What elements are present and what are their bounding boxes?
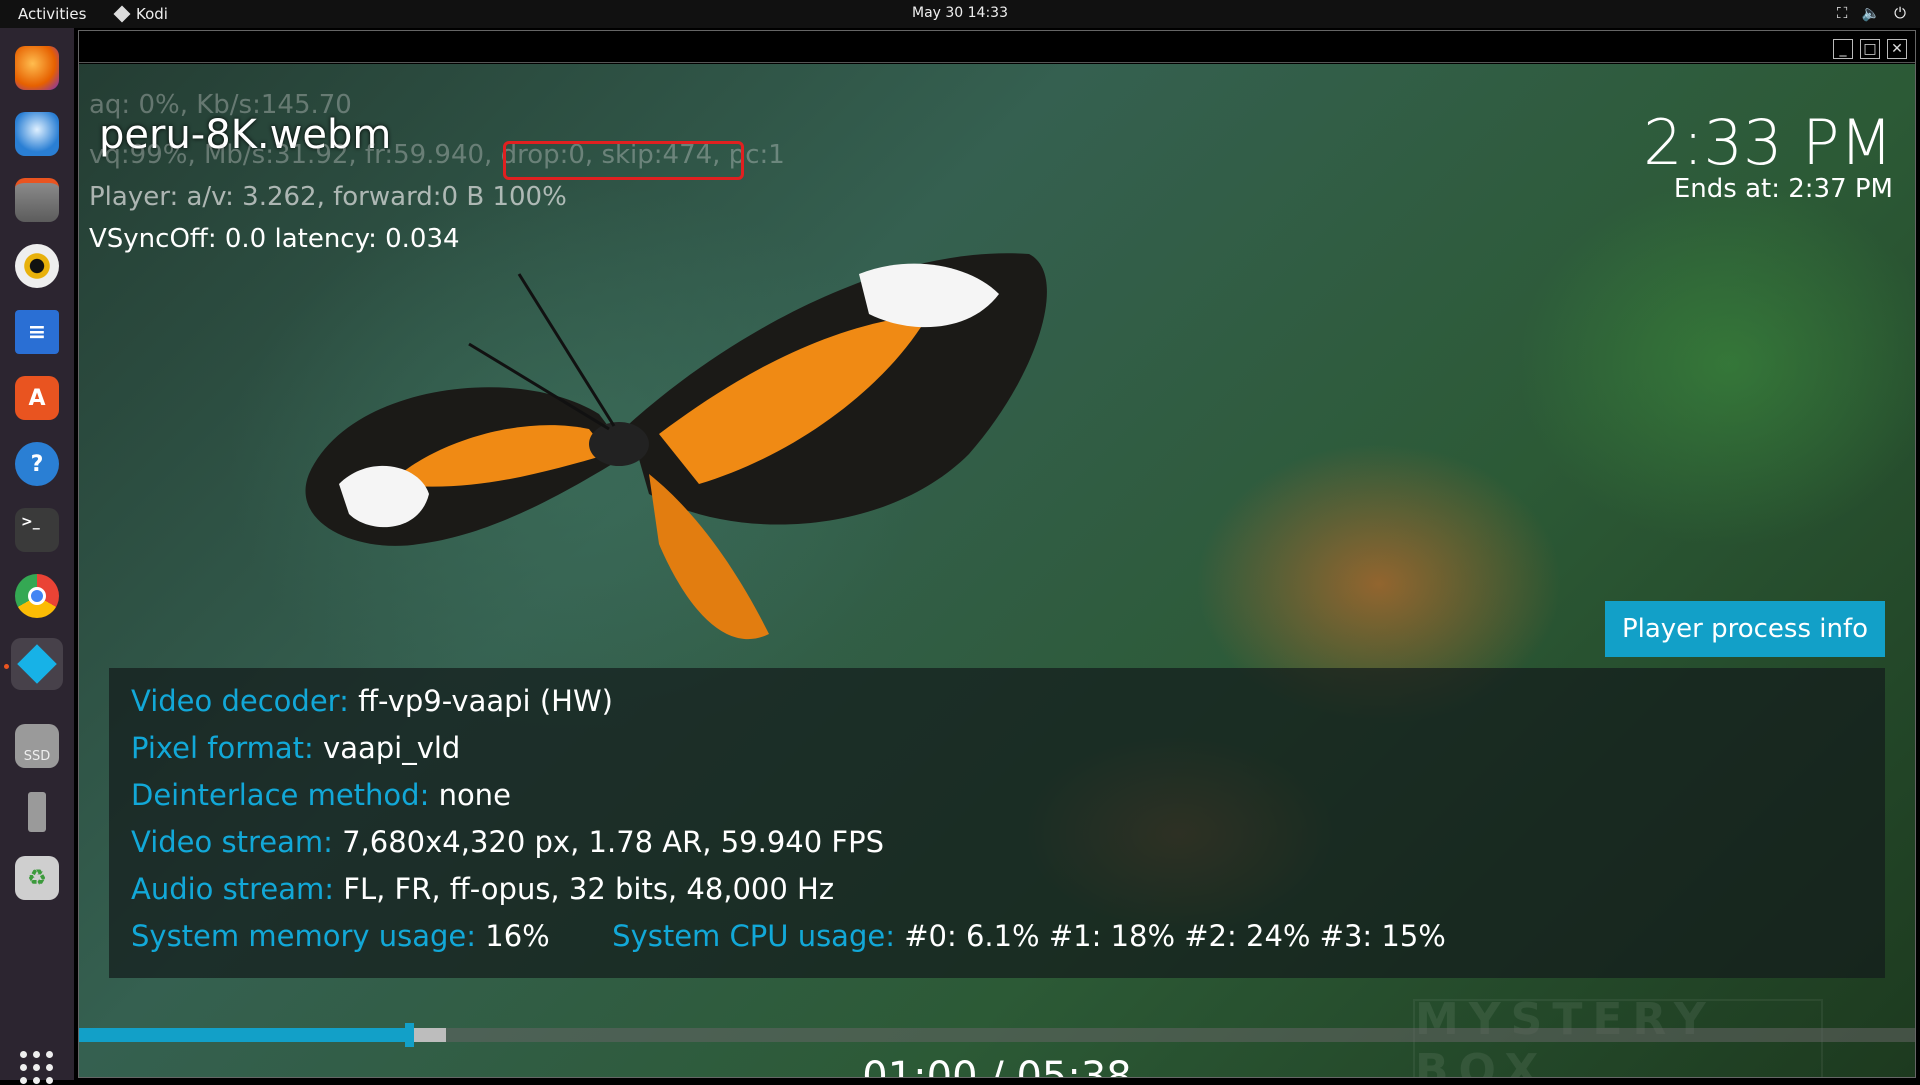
pixel-format-row: Pixel format: vaapi_vld — [131, 731, 460, 765]
dock-rhythmbox[interactable] — [11, 240, 63, 292]
dock-terminal[interactable]: >_ — [11, 504, 63, 556]
video-decoder-row: Video decoder: ff-vp9-vaapi (HW) — [131, 684, 613, 718]
kodi-window: _ □ ✕ aq: 0%, Kb/s:145.70 peru-8K.webm v… — [78, 30, 1916, 1078]
dock-thunderbird[interactable] — [11, 108, 63, 160]
video-stream-label: Video stream: — [131, 825, 333, 859]
pixel-format-label: Pixel format: — [131, 731, 314, 765]
cpu-usage-value: #0: 6.1% #1: 18% #2: 24% #3: 15% — [904, 919, 1446, 953]
butterfly-image — [305, 253, 1047, 640]
usb-drive-icon — [15, 790, 59, 834]
rhythmbox-icon — [15, 244, 59, 288]
audio-stream-value: FL, FR, ff-opus, 32 bits, 48,000 Hz — [343, 872, 835, 906]
drop-skip-highlight — [503, 141, 744, 180]
dock-kodi[interactable] — [11, 638, 63, 690]
chrome-icon — [15, 574, 59, 618]
dock-files[interactable] — [11, 174, 63, 226]
thunderbird-icon — [15, 112, 59, 156]
pixel-format-value: vaapi_vld — [323, 731, 461, 765]
debug-video-quality: vq:99%, Mb/s:31.92, fr:59.940, — [89, 140, 501, 170]
audio-stream-row: Audio stream: FL, FR, ff-opus, 32 bits, … — [131, 872, 834, 906]
player-process-info-button[interactable]: Player process info — [1605, 601, 1885, 657]
power-icon[interactable]: ⏻ — [1894, 4, 1906, 22]
timecode: 01:00 / 05:38 — [862, 1054, 1132, 1077]
deinterlace-label: Deinterlace method: — [131, 778, 430, 812]
running-indicator — [4, 664, 9, 669]
cpu-usage-label: System CPU usage: — [612, 919, 895, 953]
video-decoder-value: ff-vp9-vaapi (HW) — [358, 684, 613, 718]
software-icon: A — [15, 376, 59, 420]
memory-usage-value: 16% — [485, 919, 550, 953]
memory-usage-label: System memory usage: — [131, 919, 477, 953]
dock: ≡ A ? >_ SSD ♻ — [0, 28, 74, 1084]
ssd-drive-icon: SSD — [15, 724, 59, 768]
process-info-panel: Video decoder: ff-vp9-vaapi (HW) Pixel f… — [109, 668, 1885, 978]
video-surface[interactable]: aq: 0%, Kb/s:145.70 peru-8K.webm vq:99%,… — [79, 64, 1915, 1077]
top-bar: Activities Kodi May 30 14:33 ⛶ 🔈 ⏻ — [0, 0, 1920, 28]
dock-help[interactable]: ? — [11, 438, 63, 490]
audio-stream-label: Audio stream: — [131, 872, 335, 906]
window-titlebar[interactable]: _ □ ✕ — [79, 31, 1915, 63]
seek-bar[interactable] — [79, 1023, 1915, 1047]
volume-icon[interactable]: 🔈 — [1861, 4, 1880, 22]
seek-bar-progress — [79, 1028, 410, 1042]
deinterlace-row: Deinterlace method: none — [131, 778, 511, 812]
close-icon[interactable]: ✕ — [1887, 39, 1907, 59]
help-icon: ? — [15, 442, 59, 486]
deinterlace-value: none — [438, 778, 511, 812]
system-usage-row: System memory usage: 16% System CPU usag… — [131, 919, 1446, 953]
dock-chrome[interactable] — [11, 570, 63, 622]
terminal-icon: >_ — [15, 508, 59, 552]
maximize-icon[interactable]: □ — [1860, 39, 1880, 59]
network-icon[interactable]: ⛶ — [1837, 4, 1848, 22]
dock-firefox[interactable] — [11, 42, 63, 94]
dock-trash[interactable]: ♻ — [11, 852, 63, 904]
files-icon — [15, 178, 59, 222]
dock-software[interactable]: A — [11, 372, 63, 424]
system-tray[interactable]: ⛶ 🔈 ⏻ — [1837, 4, 1906, 22]
clock-time: 2:33 PM — [1643, 106, 1893, 179]
date-time[interactable]: May 30 14:33 — [0, 5, 1920, 21]
debug-vsync-line: VSyncOff: 0.0 latency: 0.034 — [89, 224, 460, 254]
dock-ssd[interactable]: SSD — [11, 720, 63, 772]
kodi-icon — [15, 642, 59, 686]
trash-icon: ♻ — [15, 856, 59, 900]
ends-at: Ends at: 2:37 PM — [1673, 174, 1893, 204]
debug-player-line: Player: a/v: 3.262, forward:0 B 100% — [89, 182, 567, 212]
firefox-icon — [15, 46, 59, 90]
video-stream-value: 7,680x4,320 px, 1.78 AR, 59.940 FPS — [342, 825, 885, 859]
video-stream-row: Video stream: 7,680x4,320 px, 1.78 AR, 5… — [131, 825, 884, 859]
dock-usb[interactable] — [11, 786, 63, 838]
minimize-icon[interactable]: _ — [1833, 39, 1853, 59]
writer-icon: ≡ — [15, 310, 59, 354]
seek-bar-handle[interactable] — [405, 1023, 415, 1047]
video-decoder-label: Video decoder: — [131, 684, 349, 718]
dock-writer[interactable]: ≡ — [11, 306, 63, 358]
